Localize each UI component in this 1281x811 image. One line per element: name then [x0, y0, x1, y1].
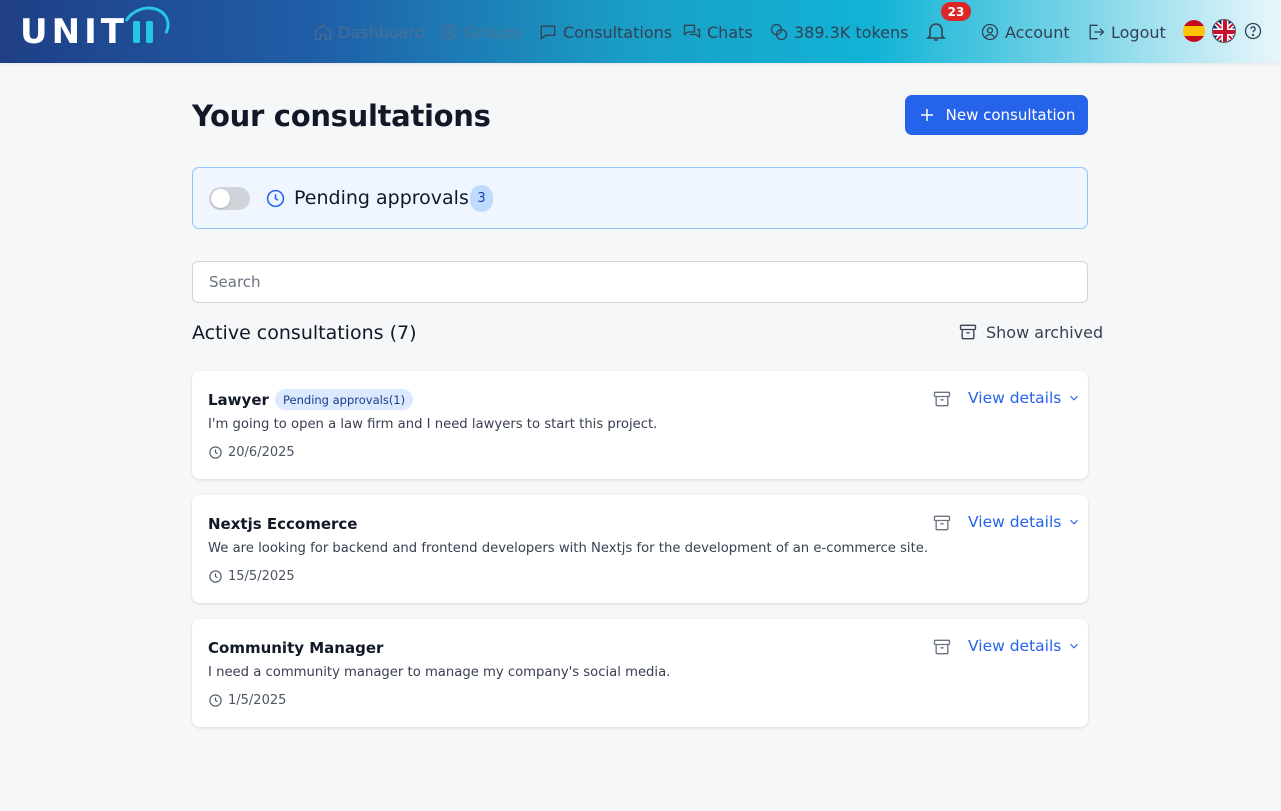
search-input[interactable]	[192, 261, 1088, 303]
consultation-date: 15/5/2025	[208, 569, 295, 584]
chats-icon	[683, 24, 701, 39]
view-details-label: View details	[968, 513, 1062, 531]
uk-flag-icon[interactable]	[1212, 19, 1236, 43]
nav-groups-label: Groups	[464, 22, 522, 42]
consultation-description: I need a community manager to manage my …	[208, 665, 671, 680]
pending-approvals-count: 3	[470, 185, 493, 212]
pending-approvals-label: Pending approvals	[294, 187, 469, 209]
notifications-count-badge: 23	[941, 2, 971, 21]
nav-chats-label: Chats	[707, 22, 753, 42]
help-button[interactable]	[1243, 21, 1263, 41]
consultation-date-text: 15/5/2025	[228, 569, 295, 584]
show-archived-button[interactable]: Show archived	[958, 322, 1103, 342]
consultation-description: We are looking for backend and frontend …	[208, 541, 929, 556]
logo-ii-mark	[116, 0, 176, 55]
chevron-down-icon	[1070, 643, 1079, 649]
logout-icon	[1089, 24, 1105, 40]
nav-tokens[interactable]: 389.3K tokens	[769, 20, 908, 44]
nav-consultations[interactable]: Consultations	[538, 20, 672, 44]
archive-icon	[933, 639, 951, 655]
nav-groups[interactable]: Groups	[439, 20, 521, 44]
logo-text: UNIT	[20, 12, 128, 52]
notifications-button[interactable]	[924, 19, 948, 43]
consultation-date-text: 1/5/2025	[228, 693, 287, 708]
bell-icon	[926, 23, 946, 41]
pending-approvals-tag: Pending approvals(1)	[275, 389, 414, 410]
view-details-button[interactable]: View details	[968, 637, 1081, 655]
clock-icon	[209, 446, 222, 459]
page-title: Your consultations	[192, 99, 491, 133]
consultation-title: Lawyer	[208, 391, 269, 409]
nav-dashboard[interactable]: Dashboard	[313, 20, 425, 44]
archive-icon	[933, 515, 951, 531]
archive-consultation-button[interactable]	[932, 513, 952, 533]
clock-icon	[265, 188, 286, 209]
user-circle-icon	[440, 23, 458, 41]
clock-icon	[209, 570, 222, 583]
home-icon	[314, 24, 332, 41]
consultation-title: Nextjs Eccomerce	[208, 515, 358, 533]
consultation-date-text: 20/6/2025	[228, 445, 295, 460]
consultation-date: 20/6/2025	[208, 445, 295, 460]
view-details-label: View details	[968, 637, 1062, 655]
archive-consultation-button[interactable]	[932, 637, 952, 657]
user-circle-icon	[981, 23, 999, 41]
view-details-label: View details	[968, 389, 1062, 407]
chat-bubble-icon	[540, 25, 556, 41]
nav-account-label: Account	[1005, 22, 1070, 42]
consultation-description: I'm going to open a law firm and I need …	[208, 417, 658, 432]
archive-icon	[933, 391, 951, 407]
nav-logout-label: Logout	[1111, 22, 1166, 42]
clock-icon	[209, 694, 222, 707]
active-consultations-heading: Active consultations (7)	[192, 322, 417, 344]
consultation-title: Community Manager	[208, 639, 384, 657]
archive-icon	[959, 324, 977, 340]
nav-tokens-label: 389.3K tokens	[794, 22, 909, 42]
consultation-card: Lawyer Pending approvals(1) I'm going to…	[192, 371, 1088, 479]
nav-consultations-label: Consultations	[563, 22, 673, 42]
coins-icon	[770, 23, 788, 41]
chevron-down-icon	[1070, 519, 1079, 525]
consultation-date: 1/5/2025	[208, 693, 286, 708]
nav-chats[interactable]: Chats	[682, 20, 753, 44]
nav-logout[interactable]: Logout	[1086, 20, 1166, 44]
new-consultation-label: New consultation	[945, 106, 1076, 124]
plus-icon	[920, 109, 933, 121]
nav-account[interactable]: Account	[980, 20, 1070, 44]
show-archived-label: Show archived	[986, 322, 1104, 342]
view-details-button[interactable]: View details	[968, 513, 1081, 531]
view-details-button[interactable]: View details	[968, 389, 1081, 407]
new-consultation-button[interactable]: New consultation	[905, 95, 1088, 135]
app-logo[interactable]: UNIT	[20, 0, 176, 55]
pending-approvals-panel: Pending approvals 3	[192, 167, 1088, 229]
consultation-card: Nextjs Eccomerce We are looking for back…	[192, 495, 1088, 603]
pending-approvals-toggle[interactable]	[209, 187, 250, 210]
archive-consultation-button[interactable]	[932, 389, 952, 409]
top-navbar: UNIT Dashboard Groups Consultations Chat…	[0, 0, 1281, 63]
consultation-card: Community Manager I need a community man…	[192, 619, 1088, 727]
spanish-flag-icon[interactable]	[1183, 20, 1205, 42]
chevron-down-icon	[1070, 395, 1079, 401]
nav-dashboard-label: Dashboard	[338, 22, 425, 42]
question-circle-icon	[1244, 22, 1262, 40]
